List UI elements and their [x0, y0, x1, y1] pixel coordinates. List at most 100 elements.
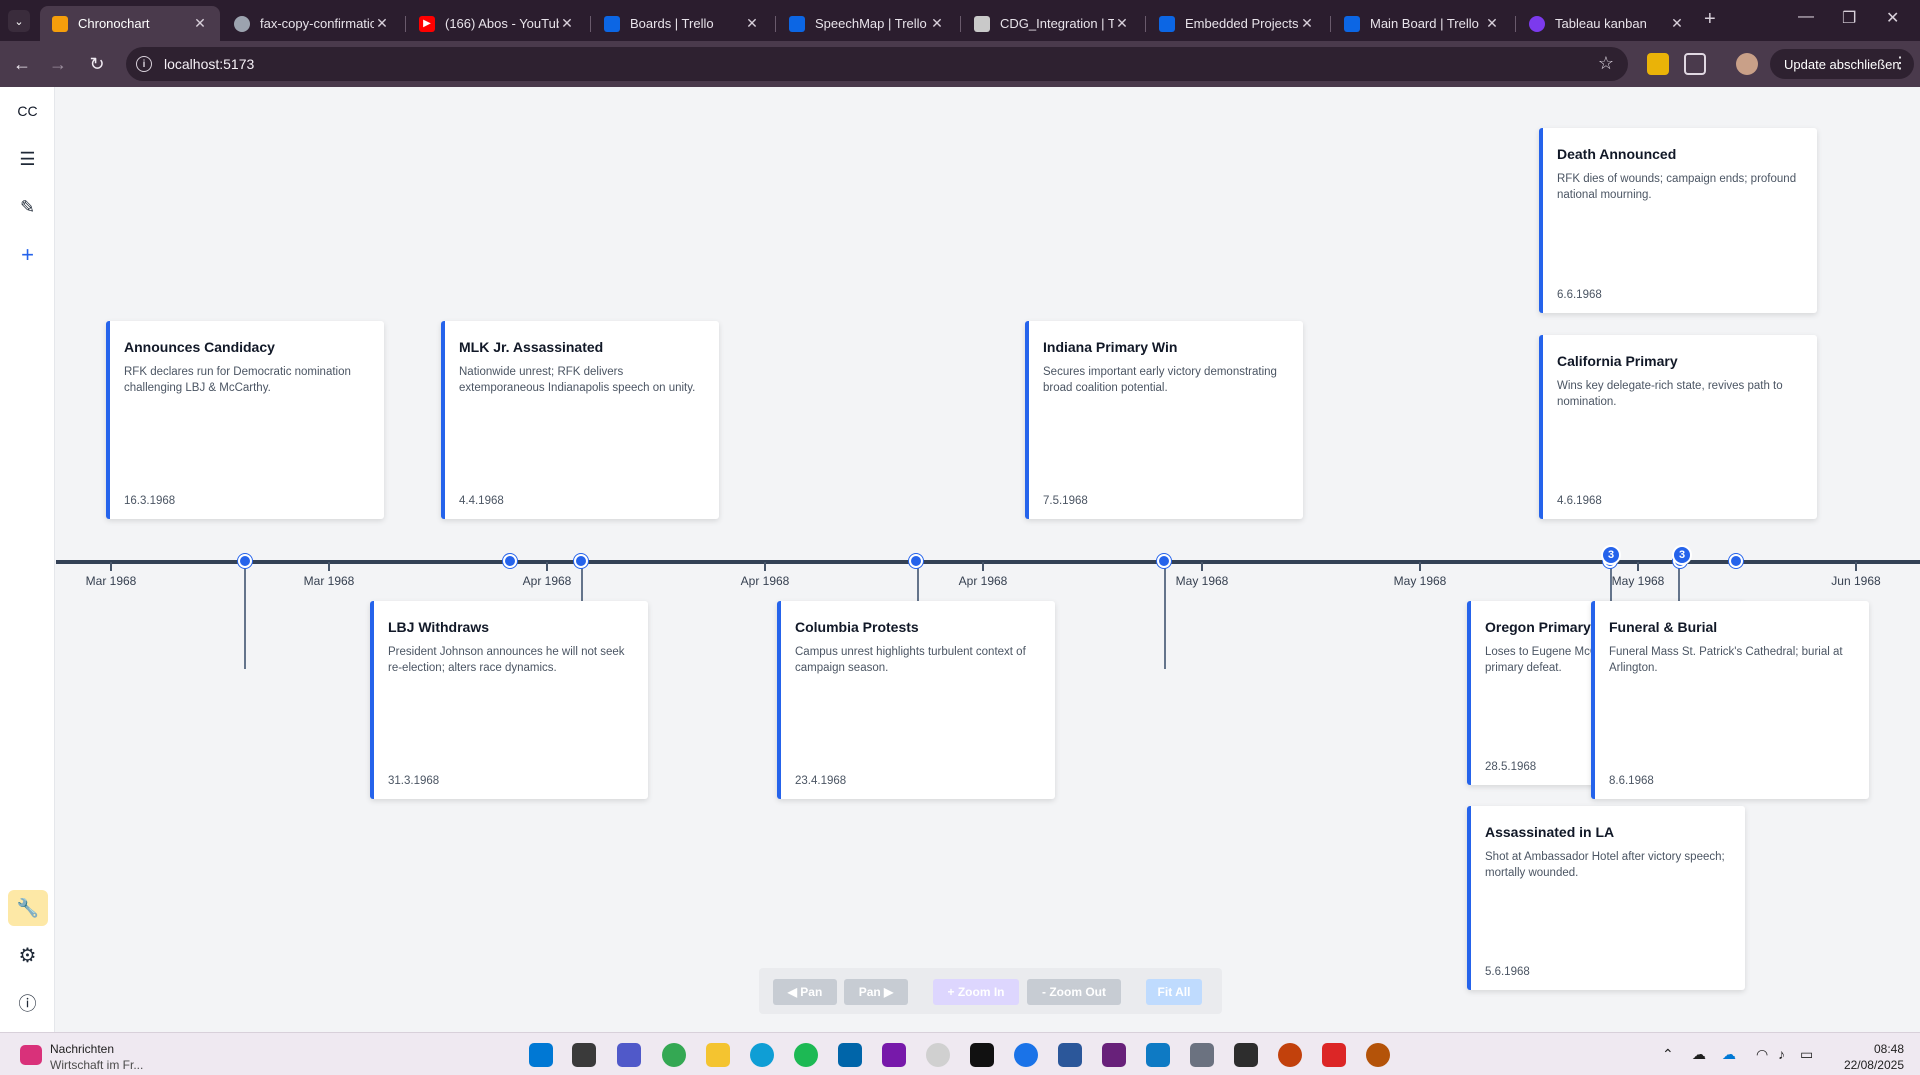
- fit-all-button[interactable]: Fit All: [1146, 979, 1202, 1005]
- gear-icon[interactable]: ⚙: [0, 937, 55, 973]
- cluster-count-badge[interactable]: 3: [1601, 545, 1621, 565]
- onedrive-business-icon[interactable]: ☁: [1722, 1046, 1736, 1063]
- bookmark-star-icon[interactable]: ☆: [1598, 53, 1614, 74]
- wifi-icon[interactable]: ◠: [1756, 1046, 1768, 1063]
- plus-icon[interactable]: +: [0, 237, 55, 273]
- tradingview-icon[interactable]: [970, 1043, 994, 1067]
- back-icon[interactable]: ←: [9, 51, 35, 77]
- event-card[interactable]: Columbia Protests Campus unrest highligh…: [777, 601, 1055, 799]
- minimize-icon[interactable]: —: [1798, 8, 1814, 26]
- event-card[interactable]: Announces Candidacy RFK declares run for…: [106, 321, 384, 519]
- app-icon[interactable]: [1058, 1043, 1082, 1067]
- forward-icon[interactable]: →: [45, 51, 71, 77]
- zoom-in-button[interactable]: + Zoom In: [933, 979, 1019, 1005]
- news-widget-title[interactable]: Nachrichten: [50, 1042, 114, 1056]
- battery-icon[interactable]: ▭: [1800, 1046, 1813, 1063]
- event-card[interactable]: LBJ Withdraws President Johnson announce…: [370, 601, 648, 799]
- close-tab-icon[interactable]: ✕: [1484, 15, 1500, 32]
- tab-separator: [1145, 16, 1146, 32]
- event-card[interactable]: Indiana Primary Win Secures important ea…: [1025, 321, 1303, 519]
- onenote-icon[interactable]: [882, 1043, 906, 1067]
- event-description: RFK dies of wounds; campaign ends; profo…: [1557, 173, 1797, 201]
- event-card[interactable]: Assassinated in LA Shot at Ambassador Ho…: [1467, 806, 1745, 990]
- wrench-icon[interactable]: 🔧: [8, 890, 48, 926]
- timeline-canvas[interactable]: Mar 1968 Mar 1968 Apr 1968 Apr 1968 Apr …: [56, 87, 1920, 1032]
- tab-speechmap-trello[interactable]: SpeechMap | Trello ✕: [777, 6, 957, 41]
- event-marker[interactable]: [909, 554, 923, 568]
- close-tab-icon[interactable]: ✕: [374, 15, 390, 32]
- file-explorer-icon[interactable]: [706, 1043, 730, 1067]
- tab-title: SpeechMap | Trello: [815, 16, 927, 31]
- app-icon[interactable]: [1366, 1043, 1390, 1067]
- acrobat-icon[interactable]: [1322, 1043, 1346, 1067]
- pan-left-button[interactable]: ◀ Pan: [773, 979, 837, 1005]
- close-tab-icon[interactable]: ✕: [744, 15, 760, 32]
- profile-avatar[interactable]: [1736, 53, 1758, 75]
- pencil-icon[interactable]: ✎: [0, 189, 55, 225]
- tab-boards-trello[interactable]: Boards | Trello ✕: [592, 6, 772, 41]
- event-card[interactable]: Funeral & Burial Funeral Mass St. Patric…: [1591, 601, 1869, 799]
- event-marker[interactable]: [1729, 554, 1743, 568]
- close-tab-icon[interactable]: ✕: [1299, 15, 1315, 32]
- event-card[interactable]: MLK Jr. Assassinated Nationwide unrest; …: [441, 321, 719, 519]
- event-card[interactable]: California Primary Wins key delegate-ric…: [1539, 335, 1817, 519]
- windows-start-icon[interactable]: [529, 1043, 553, 1067]
- event-marker[interactable]: [503, 554, 517, 568]
- app-icon[interactable]: [1278, 1043, 1302, 1067]
- browser-toolbar: ← → ↻ i localhost:5173 ☆ Update abschlie…: [0, 41, 1920, 87]
- close-tab-icon[interactable]: ✕: [192, 15, 208, 32]
- event-card[interactable]: Death Announced RFK dies of wounds; camp…: [1539, 128, 1817, 313]
- pan-right-button[interactable]: Pan ▶: [844, 979, 908, 1005]
- edge-icon[interactable]: [750, 1043, 774, 1067]
- info-icon[interactable]: ⓘ: [0, 985, 55, 1021]
- tab-youtube[interactable]: ▶ (166) Abos - YouTube ✕: [407, 6, 587, 41]
- teams-icon[interactable]: [617, 1043, 641, 1067]
- tab-main-board-trello[interactable]: Main Board | Trello ✕: [1332, 6, 1512, 41]
- close-tab-icon[interactable]: ✕: [1669, 15, 1685, 32]
- clock-date[interactable]: 22/08/2025: [1838, 1058, 1904, 1072]
- clock-time[interactable]: 08:48: [1838, 1042, 1904, 1056]
- app-icon[interactable]: [1014, 1043, 1038, 1067]
- axis-tick: [1637, 562, 1639, 571]
- tab-cdg-integration[interactable]: CDG_Integration | Tre ✕: [962, 6, 1142, 41]
- spotify-icon[interactable]: [794, 1043, 818, 1067]
- tab-embedded-projects[interactable]: Embedded Projects | ✕: [1147, 6, 1327, 41]
- cluster-count-badge[interactable]: 3: [1672, 545, 1692, 565]
- event-description: Secures important early victory demonstr…: [1043, 366, 1277, 394]
- event-marker[interactable]: [574, 554, 588, 568]
- new-tab-icon[interactable]: +: [1704, 8, 1716, 31]
- onedrive-icon[interactable]: ☁: [1692, 1046, 1706, 1063]
- list-icon[interactable]: ☰: [0, 141, 55, 177]
- address-bar[interactable]: i localhost:5173 ☆: [126, 47, 1628, 81]
- reload-icon[interactable]: ↻: [84, 51, 110, 77]
- news-widget-icon[interactable]: [20, 1045, 42, 1065]
- event-marker[interactable]: [238, 554, 252, 568]
- site-info-icon[interactable]: i: [136, 56, 152, 72]
- vscode-icon[interactable]: [838, 1043, 862, 1067]
- close-tab-icon[interactable]: ✕: [929, 15, 945, 32]
- chevron-up-icon[interactable]: ⌃: [1662, 1046, 1674, 1063]
- close-window-icon[interactable]: ✕: [1886, 8, 1899, 28]
- restore-icon[interactable]: ❐: [1842, 8, 1856, 28]
- tab-fax-copy[interactable]: fax-copy-confirmatio ✕: [222, 6, 402, 41]
- volume-icon[interactable]: ♪: [1778, 1046, 1785, 1062]
- task-view-icon[interactable]: [572, 1043, 596, 1067]
- tab-separator: [590, 16, 591, 32]
- axis-tick-label: May 1968: [1611, 574, 1665, 588]
- close-tab-icon[interactable]: ✕: [1114, 15, 1130, 32]
- app-icon[interactable]: [926, 1043, 950, 1067]
- tab-chronochart[interactable]: Chronochart ✕: [40, 6, 220, 41]
- app-icon[interactable]: [1146, 1043, 1170, 1067]
- extensions-puzzle-icon[interactable]: [1684, 53, 1706, 75]
- tab-search-icon[interactable]: ⌄: [8, 10, 30, 32]
- close-tab-icon[interactable]: ✕: [559, 15, 575, 32]
- chrome-icon[interactable]: [662, 1043, 686, 1067]
- event-marker[interactable]: [1157, 554, 1171, 568]
- terminal-icon[interactable]: [1234, 1043, 1258, 1067]
- zoom-out-button[interactable]: - Zoom Out: [1027, 979, 1121, 1005]
- visual-studio-icon[interactable]: [1102, 1043, 1126, 1067]
- extension-icon[interactable]: [1647, 53, 1669, 75]
- tab-tableau-kanban[interactable]: Tableau kanban ✕: [1517, 6, 1697, 41]
- browser-menu-icon[interactable]: ⋮: [1892, 53, 1908, 73]
- settings-icon[interactable]: [1190, 1043, 1214, 1067]
